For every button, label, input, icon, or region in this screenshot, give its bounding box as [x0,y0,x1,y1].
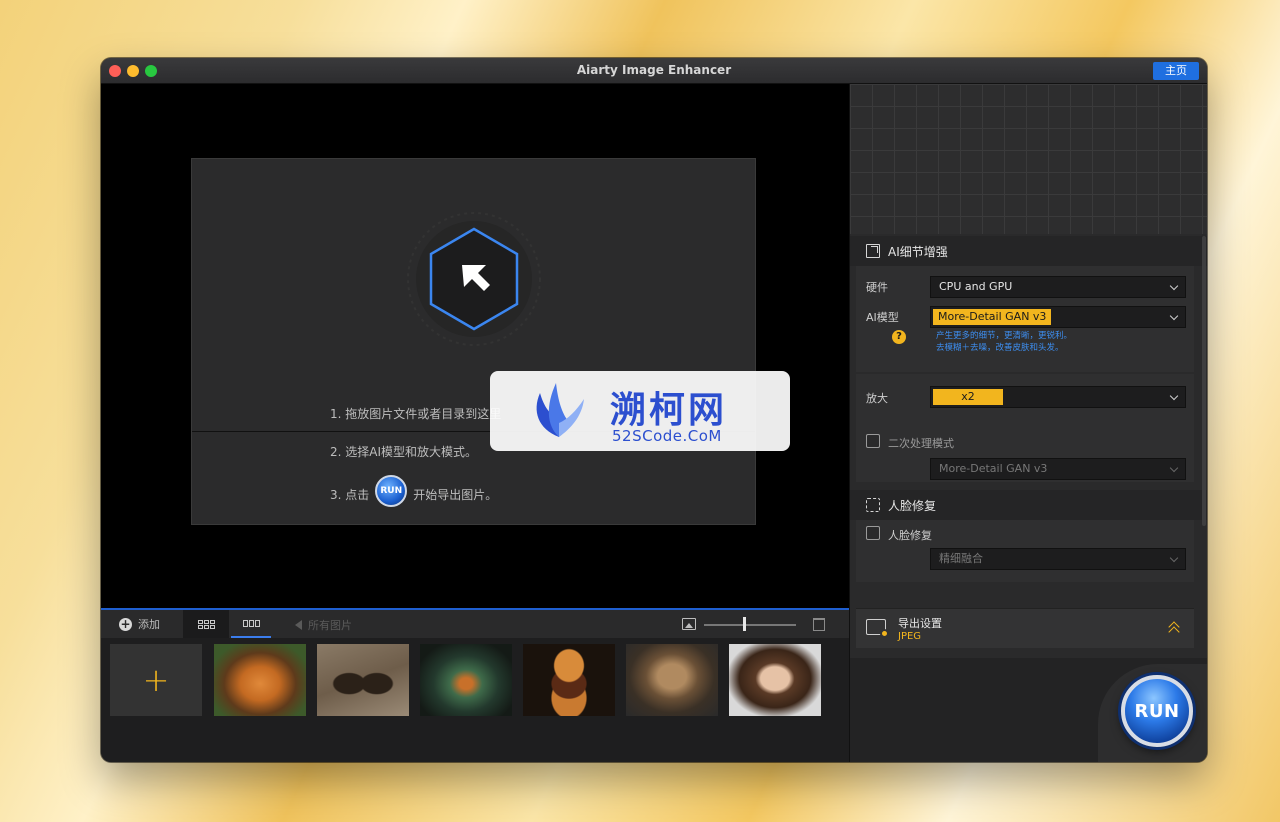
tiger-photo [214,644,306,716]
thumbnail-strip: + [101,638,849,762]
second-pass-model-select[interactable]: More-Detail GAN v3 [930,458,1186,480]
grid-view-icon [197,619,215,629]
face-repair-checkbox[interactable] [866,526,880,540]
step-1-text: 1. 拖放图片文件或者目录到这里 [330,407,502,421]
dog-warrior-photo [626,644,718,716]
trash-icon[interactable] [813,618,825,631]
plus-icon: + [119,616,132,631]
thumbnail-portrait[interactable] [729,644,821,716]
thumbnail-butterfly[interactable] [317,644,409,716]
export-settings-card[interactable]: 导出设置 JPEG [856,608,1194,648]
face-scan-icon [866,498,880,512]
model-value: More-Detail GAN v3 [933,309,1052,325]
run-button[interactable]: RUN [1121,675,1193,747]
model-label: AI模型 [866,311,899,324]
arrow-left-icon [295,620,302,630]
thumbnail-dog-warrior[interactable] [626,644,718,716]
upscale-label: 放大 [866,392,888,405]
model-description-line2: 去模糊＋去噪，改善皮肤和头发。 [936,343,1064,353]
model-settings: 硬件 CPU and GPU AI模型 More-Detail GAN v3 ?… [856,266,1194,372]
all-images-label: 所有图片 [308,619,352,632]
title-bar: Aiarty Image Enhancer 主页 [101,58,1207,84]
upscale-select[interactable]: x2 [930,386,1186,408]
add-button[interactable]: + 添加 [119,616,160,632]
watermark-banner: 溯柯网 52SCode.CoM [490,371,790,451]
hardware-value: CPU and GPU [939,280,1013,293]
grid-view-button[interactable] [183,610,229,638]
model-select[interactable]: More-Detail GAN v3 [930,306,1186,328]
face-section-header[interactable]: 人脸修复 [850,490,1207,520]
face-settings: 人脸修复 精细融合 [856,520,1194,582]
chevron-down-icon [1169,391,1179,401]
help-icon[interactable]: ? [892,330,906,344]
add-image-tile[interactable]: + [110,644,202,716]
thumbnail-toolbar: + 添加 所有图片 [101,608,849,638]
gear-icon [880,629,889,638]
chevron-down-icon [1169,311,1179,321]
second-pass-checkbox[interactable] [866,434,880,448]
face-repair-label: 人脸修复 [888,529,932,542]
burger-photo [523,644,615,716]
strip-view-icon [242,619,260,627]
wing-logo-icon [526,377,592,443]
home-button[interactable]: 主页 [1153,62,1199,80]
watermark-subtitle: 52SCode.CoM [612,427,722,445]
enhance-section-title: AI细节增强 [888,244,948,259]
expand-icon [866,244,880,258]
face-section-title: 人脸修复 [888,498,937,513]
thumbnail-tiger[interactable] [214,644,306,716]
image-size-icon [682,618,696,630]
export-title: 导出设置 [898,617,942,630]
inline-run-icon: RUN [375,475,408,507]
window-title: Aiarty Image Enhancer [576,63,732,77]
preview-area [850,84,1207,234]
watermark-title: 溯柯网 [610,390,728,431]
export-format: JPEG [898,631,922,642]
settings-panel: AI细节增强 硬件 CPU and GPU AI模型 More-Detail G… [849,84,1207,762]
chevron-down-icon [1169,463,1179,473]
butterfly-photo [317,644,409,716]
thumbnail-burger[interactable] [523,644,615,716]
upscale-settings: 放大 x2 二次处理模式 More-Detail GAN v3 [856,374,1194,482]
thumbnail-terrarium[interactable] [420,644,512,716]
image-canvas[interactable]: 1. 拖放图片文件或者目录到这里 2. 选择AI模型和放大模式。 3. 点击 R… [101,84,849,608]
all-images-filter[interactable]: 所有图片 [295,617,352,633]
strip-view-button[interactable] [231,610,271,638]
enhance-section-header[interactable]: AI细节增强 [850,236,1207,266]
run-dock: RUN [850,658,1207,762]
face-mode-value: 精细融合 [939,552,983,565]
drop-zone[interactable]: 1. 拖放图片文件或者目录到这里 2. 选择AI模型和放大模式。 3. 点击 R… [191,158,756,525]
drop-arrow-icon [404,209,544,349]
portrait-photo [729,644,821,716]
face-mode-select[interactable]: 精细融合 [930,548,1186,570]
chevron-down-icon [1169,281,1179,291]
model-description-line1: 产生更多的细节，更清晰，更锐利。 [936,331,1073,341]
step-3-prefix: 3. 点击 [330,487,370,502]
panel-scrollbar[interactable] [1202,236,1206,526]
terrarium-photo [420,644,512,716]
hardware-select[interactable]: CPU and GPU [930,276,1186,298]
chevron-down-icon [1169,553,1179,563]
zoom-slider-handle[interactable] [743,617,746,631]
step-2-text: 2. 选择AI模型和放大模式。 [330,445,478,459]
model-description: 产生更多的细节，更清晰，更锐利。 去模糊＋去噪，改善皮肤和头发。 [936,330,1072,354]
upscale-value: x2 [933,389,1003,405]
step-3-suffix: 开始导出图片。 [413,487,498,502]
hardware-label: 硬件 [866,281,888,294]
thumbnail-zoom-slider[interactable] [704,624,796,626]
add-label: 添加 [138,618,160,631]
step-3-text: 3. 点击 RUN 开始导出图片。 [330,475,498,507]
second-pass-label: 二次处理模式 [888,437,954,450]
second-pass-model-value: More-Detail GAN v3 [939,462,1048,475]
